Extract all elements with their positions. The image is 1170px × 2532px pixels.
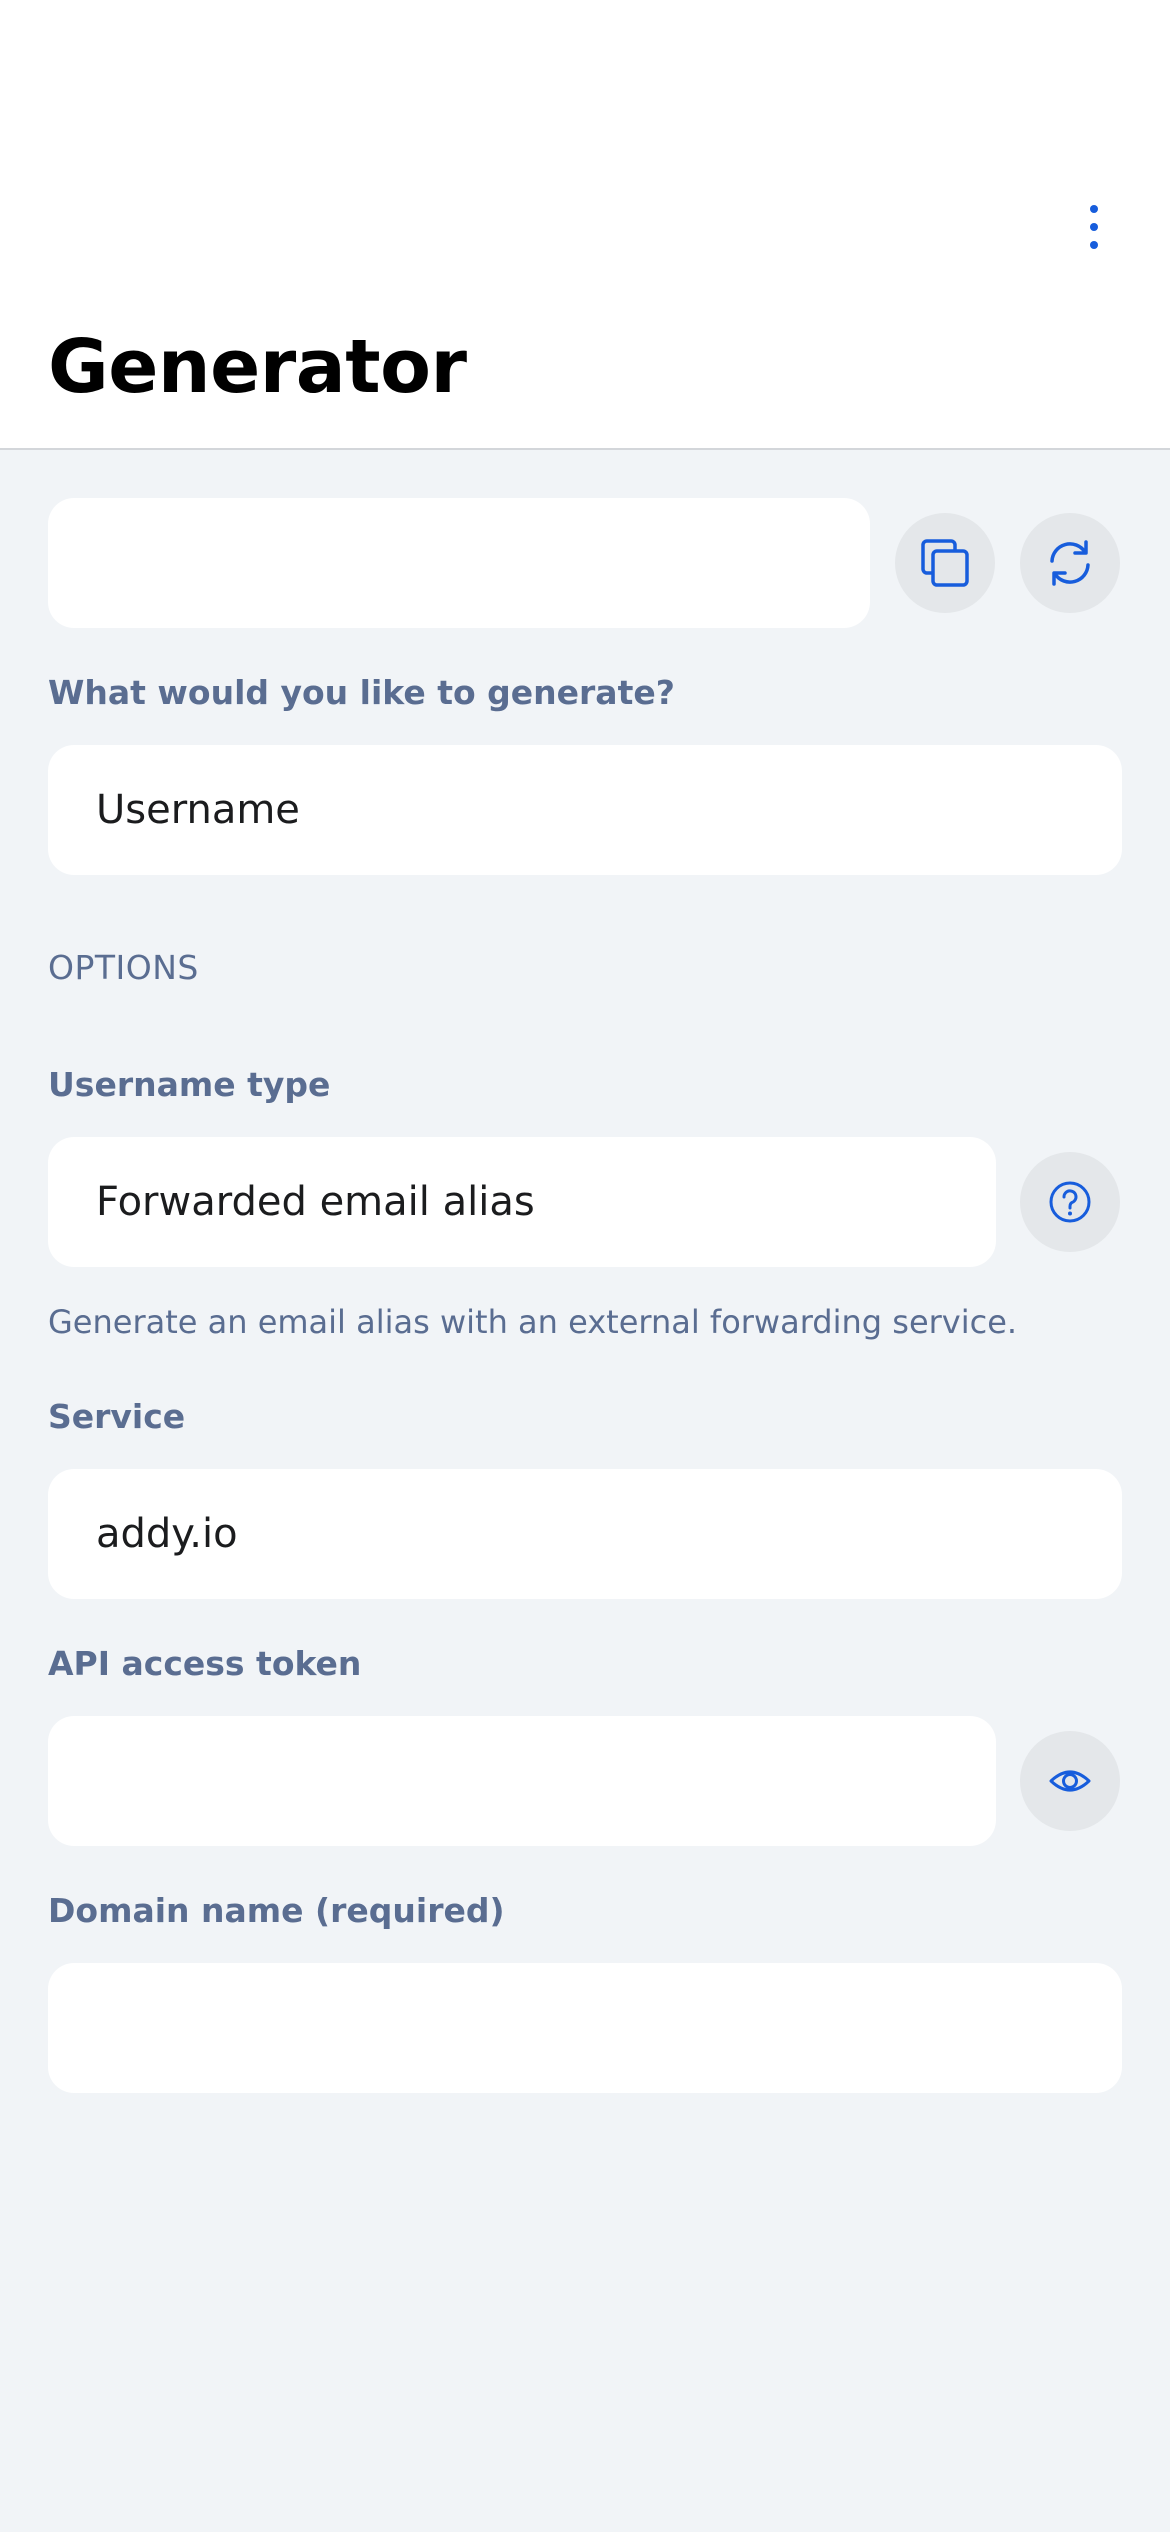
username-type-select[interactable]: Forwarded email alias xyxy=(48,1137,996,1267)
api-token-label: API access token xyxy=(48,1644,362,1683)
more-vertical-icon-dot xyxy=(1090,205,1098,213)
username-type-help-button[interactable] xyxy=(1020,1152,1120,1252)
domain-input[interactable] xyxy=(48,1963,1122,2093)
copy-icon xyxy=(921,539,969,587)
username-type-label: Username type xyxy=(48,1065,331,1104)
copy-button[interactable] xyxy=(895,513,995,613)
more-options-button[interactable] xyxy=(1070,195,1118,259)
domain-label: Domain name (required) xyxy=(48,1891,505,1930)
generate-type-label: What would you like to generate? xyxy=(48,673,675,712)
api-token-input[interactable] xyxy=(48,1716,996,1846)
more-vertical-icon-dot xyxy=(1090,241,1098,249)
service-label: Service xyxy=(48,1397,186,1436)
help-icon xyxy=(1049,1181,1091,1223)
username-type-helper-text: Generate an email alias with an external… xyxy=(48,1303,1018,1341)
refresh-icon xyxy=(1050,540,1090,586)
toggle-visibility-button[interactable] xyxy=(1020,1731,1120,1831)
generate-type-select[interactable]: Username xyxy=(48,745,1122,875)
regenerate-button[interactable] xyxy=(1020,513,1120,613)
service-select[interactable]: addy.io xyxy=(48,1469,1122,1599)
page-title: Generator xyxy=(48,324,467,410)
options-heading: OPTIONS xyxy=(48,948,199,987)
generated-value-field[interactable] xyxy=(48,498,870,628)
more-vertical-icon-dot xyxy=(1090,223,1098,231)
app-header: Generator xyxy=(0,0,1170,450)
eye-icon xyxy=(1049,1770,1091,1792)
